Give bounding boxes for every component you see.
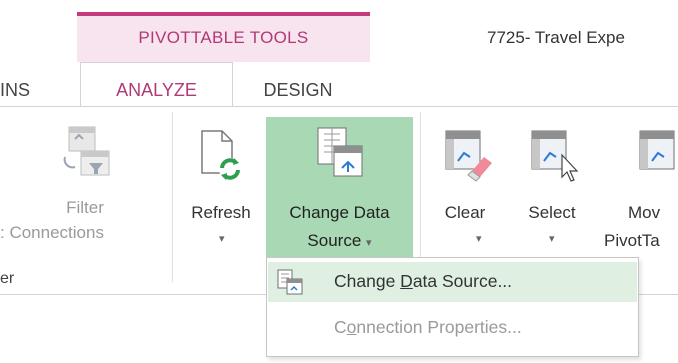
move-pivottable-label-1: Mov [628,203,661,222]
change-data-source-small-icon [277,269,303,295]
filter-connections-label-2: : Connections [0,223,104,242]
refresh-label: Refresh [191,203,251,222]
clear-dropdown-arrow[interactable]: ▾ [476,232,482,245]
tab-analyze[interactable]: ANALYZE [80,80,233,101]
select-dropdown-arrow[interactable]: ▾ [549,232,555,245]
change-data-source-label-text: Source [307,231,362,250]
ribbon-separator [172,112,173,282]
change-data-source-label-2: Source ▾ [266,228,413,256]
filter-connections-button[interactable] [45,121,125,191]
select-icon [531,130,579,182]
menu-text: Change [334,271,401,291]
clear-button[interactable] [432,121,498,258]
change-data-source-icon [317,127,363,177]
group-label: er [0,270,15,287]
menu-accelerator: o [346,317,357,337]
tab-insert[interactable]: INS [0,80,30,101]
menu-text: C [334,317,347,337]
contextual-group-title: PIVOTTABLE TOOLS [138,28,309,47]
change-data-source-menu: Change Data Source... Connection Propert… [266,257,639,357]
change-data-source-caret[interactable]: ▾ [366,237,372,249]
move-pivottable-label-2: PivotTa [604,231,660,250]
menu-item-change-data-source[interactable]: Change Data Source... [268,262,637,302]
menu-text: ata Source... [412,271,513,291]
move-pivottable-icon [639,130,675,170]
menu-item-label: Connection Properties... [334,317,522,338]
menu-item-connection-properties[interactable]: Connection Properties... [268,308,637,348]
filter-connections-icon [63,126,110,176]
menu-accelerator: D [400,271,413,291]
window-title: 7725- Travel Expe [487,28,625,47]
filter-connections-label-1: Filter [66,198,104,217]
clear-label: Clear [444,203,486,222]
menu-item-label: Change Data Source... [334,271,512,292]
refresh-icon [201,130,241,180]
tab-design[interactable]: DESIGN [233,80,363,101]
menu-text: nnection Properties... [356,317,522,337]
change-data-source-label-1: Change Data [289,203,390,222]
select-label: Select [528,203,576,222]
clear-icon [445,130,492,182]
refresh-dropdown-arrow[interactable]: ▾ [219,232,225,245]
